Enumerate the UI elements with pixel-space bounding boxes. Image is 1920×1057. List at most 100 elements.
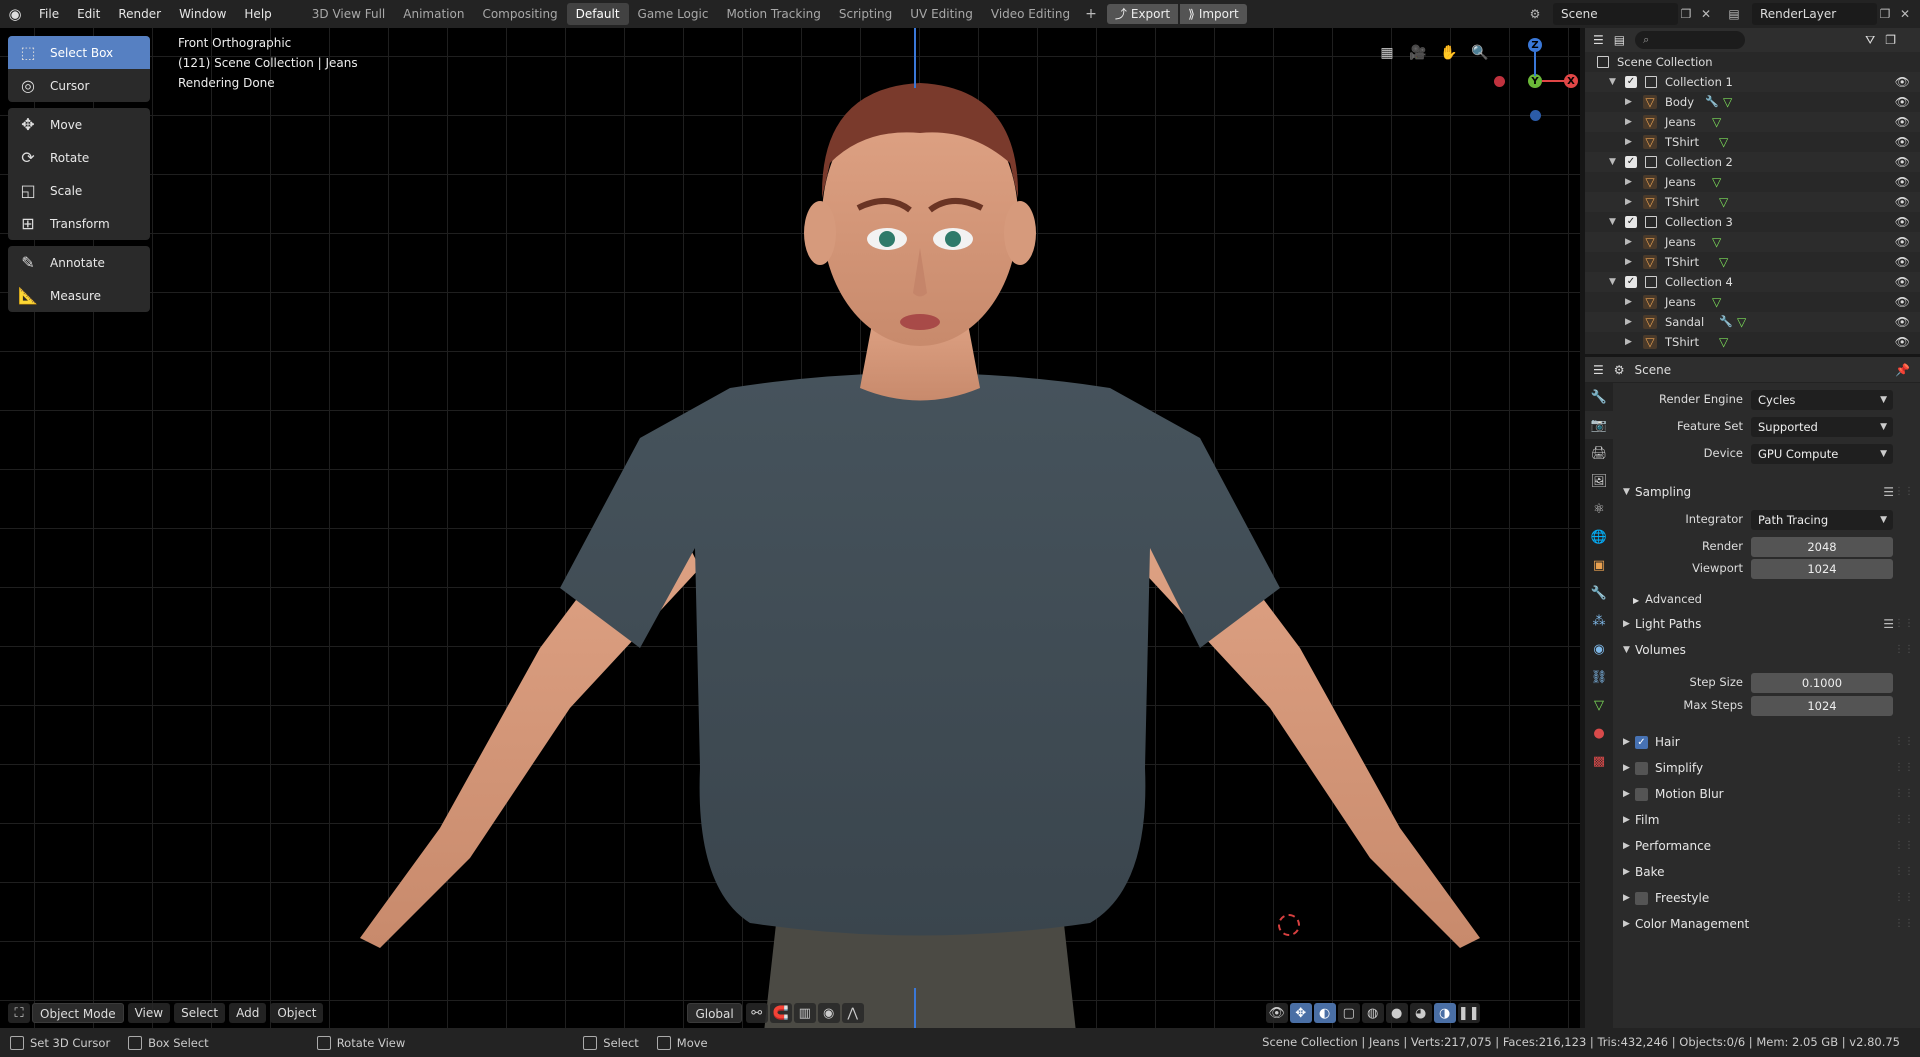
- outliner-editor-icon[interactable]: ☰: [1593, 33, 1604, 47]
- eye-icon[interactable]: 👁: [1895, 132, 1910, 152]
- collection-checkbox[interactable]: ✓: [1625, 76, 1637, 88]
- tool-settings-tab-icon[interactable]: 🔧: [1585, 383, 1613, 411]
- outliner-row-collection[interactable]: ▼ ✓ Collection 3 👁: [1585, 212, 1920, 232]
- scene-tab-icon[interactable]: ⚛: [1585, 495, 1613, 523]
- mesh-data-icon[interactable]: ▽: [1723, 92, 1732, 112]
- drag-handle-icon[interactable]: ⋮⋮: [1894, 860, 1914, 884]
- drag-handle-icon[interactable]: ⋮⋮: [1894, 480, 1914, 504]
- tab-animation[interactable]: Animation: [394, 3, 473, 25]
- drag-handle-icon[interactable]: ⋮⋮: [1894, 808, 1914, 832]
- collapse-icon[interactable]: ▼: [1609, 72, 1616, 92]
- outliner-row-object[interactable]: ▶ ▽ TShirt ▽ 👁: [1585, 132, 1920, 152]
- eye-icon[interactable]: 👁: [1895, 232, 1910, 252]
- mode-dropdown[interactable]: Object Mode: [32, 1003, 124, 1023]
- simplify-panel-header[interactable]: ▶ Simplify ⋮⋮: [1613, 756, 1920, 780]
- outliner-row-object[interactable]: ▶ ▽ TShirt ▽ 👁: [1585, 332, 1920, 352]
- feature-set-dropdown[interactable]: Supported ▼: [1751, 417, 1893, 437]
- camera-icon[interactable]: 🎥: [1407, 42, 1429, 64]
- proportional-edit-icon[interactable]: ◉: [817, 1003, 840, 1023]
- outliner-row-object[interactable]: ▶ ▽ Sandal 🔧 ▽ 👁: [1585, 312, 1920, 332]
- eye-icon[interactable]: 👁: [1895, 332, 1910, 352]
- menu-help[interactable]: Help: [235, 0, 280, 28]
- import-button[interactable]: ⟫ Import: [1180, 4, 1247, 24]
- grid-icon[interactable]: ▦: [1376, 42, 1398, 64]
- device-dropdown[interactable]: GPU Compute ▼: [1751, 444, 1893, 464]
- sampling-panel-header[interactable]: ▼ Sampling ☰ ⋮⋮: [1613, 480, 1920, 504]
- render-engine-dropdown[interactable]: Cycles ▼: [1751, 390, 1893, 410]
- outliner-row-scene-collection[interactable]: Scene Collection: [1585, 52, 1920, 72]
- overlay-toggle-icon[interactable]: ◐: [1313, 1003, 1336, 1023]
- collapse-icon[interactable]: ▼: [1609, 272, 1616, 292]
- pin-icon[interactable]: 📌: [1895, 363, 1910, 377]
- eye-icon[interactable]: 👁: [1895, 112, 1910, 132]
- object-tab-icon[interactable]: ▣: [1585, 551, 1613, 579]
- menu-file[interactable]: File: [30, 0, 68, 28]
- drag-handle-icon[interactable]: ⋮⋮: [1894, 612, 1914, 636]
- 3d-cursor[interactable]: [1278, 914, 1300, 936]
- tool-transform[interactable]: ⊞ Transform: [8, 207, 150, 240]
- outliner-row-collection[interactable]: ▼ ✓ Collection 1 👁: [1585, 72, 1920, 92]
- eye-icon[interactable]: 👁: [1895, 212, 1910, 232]
- tab-uv-editing[interactable]: UV Editing: [901, 3, 982, 25]
- outliner-row-collection[interactable]: ▼ ✓ Collection 4 👁: [1585, 272, 1920, 292]
- freestyle-checkbox[interactable]: [1635, 892, 1648, 905]
- 3d-viewport[interactable]: ⬚ Select Box ◎ Cursor ✥ Move ⟳ Rotate ◱ Scale…: [0, 28, 1580, 1028]
- snap-target-icon[interactable]: ▥: [793, 1003, 816, 1023]
- expand-icon[interactable]: ▶: [1625, 292, 1632, 312]
- snap-icon[interactable]: 🧲: [769, 1003, 792, 1023]
- collapse-icon[interactable]: ▼: [1609, 152, 1616, 172]
- modifier-wrench-icon[interactable]: 🔧: [1719, 312, 1733, 332]
- max-steps-field[interactable]: 1024: [1751, 696, 1893, 716]
- tool-rotate[interactable]: ⟳ Rotate: [8, 141, 150, 174]
- tool-annotate[interactable]: ✎ Annotate: [8, 246, 150, 279]
- scene-icon[interactable]: ⚙: [1525, 4, 1545, 24]
- new-scene-icon[interactable]: ❐: [1676, 4, 1696, 24]
- tool-move[interactable]: ✥ Move: [8, 108, 150, 141]
- menu-object[interactable]: Object: [270, 1003, 324, 1023]
- presets-icon[interactable]: ☰: [1883, 480, 1894, 504]
- tab-game-logic[interactable]: Game Logic: [629, 3, 718, 25]
- collapse-icon[interactable]: ▼: [1609, 212, 1616, 232]
- simplify-checkbox[interactable]: [1635, 762, 1648, 775]
- constraints-tab-icon[interactable]: ⛓: [1585, 663, 1613, 691]
- eye-icon[interactable]: 👁: [1895, 312, 1910, 332]
- blender-logo-icon[interactable]: ◉: [0, 0, 30, 28]
- outliner-row-object[interactable]: ▶ ▽ Body 🔧 ▽ 👁: [1585, 92, 1920, 112]
- outliner-row-collection[interactable]: ▼ ✓ Collection 2 👁: [1585, 152, 1920, 172]
- material-shading-icon[interactable]: ◕: [1409, 1003, 1432, 1023]
- y-axis[interactable]: Y: [1528, 74, 1542, 88]
- neg-z-axis[interactable]: [1530, 110, 1541, 121]
- filter-icon[interactable]: ⛛: [1865, 33, 1875, 48]
- collection-checkbox[interactable]: ✓: [1625, 276, 1637, 288]
- menu-render[interactable]: Render: [109, 0, 170, 28]
- step-size-field[interactable]: 0.1000: [1751, 673, 1893, 693]
- new-collection-icon[interactable]: ❐: [1885, 33, 1896, 47]
- outliner-search-input[interactable]: ⌕: [1635, 31, 1746, 49]
- outliner-row-object[interactable]: ▶ ▽ Jeans ▽ 👁: [1585, 232, 1920, 252]
- outliner-row-object[interactable]: ▶ ▽ Jeans ▽ 👁: [1585, 112, 1920, 132]
- editor-type-icon[interactable]: ⛶: [8, 1003, 30, 1023]
- viewport-samples-field[interactable]: 1024: [1751, 559, 1893, 579]
- mesh-data-icon[interactable]: ▽: [1719, 332, 1728, 352]
- expand-icon[interactable]: ▶: [1625, 312, 1632, 332]
- outliner-row-object[interactable]: ▶ ▽ Jeans ▽ 👁: [1585, 292, 1920, 312]
- render-layer-icon[interactable]: ▤: [1724, 4, 1744, 24]
- drag-handle-icon[interactable]: ⋮⋮: [1894, 730, 1914, 754]
- tool-cursor[interactable]: ◎ Cursor: [8, 69, 150, 102]
- integrator-dropdown[interactable]: Path Tracing ▼: [1751, 510, 1893, 530]
- eye-icon[interactable]: 👁: [1895, 292, 1910, 312]
- bake-panel-header[interactable]: ▶ Bake ⋮⋮: [1613, 860, 1920, 884]
- expand-icon[interactable]: ▶: [1625, 132, 1632, 152]
- render-tab-icon[interactable]: 📷: [1585, 411, 1613, 439]
- outliner-row-object[interactable]: ▶ ▽ Jeans ▽ 👁: [1585, 172, 1920, 192]
- hair-checkbox[interactable]: ✓: [1635, 736, 1648, 749]
- tool-measure[interactable]: 📐 Measure: [8, 279, 150, 312]
- advanced-subpanel[interactable]: ▶ Advanced: [1633, 588, 1702, 610]
- tab-compositing[interactable]: Compositing: [473, 3, 566, 25]
- neg-x-axis[interactable]: [1494, 76, 1505, 87]
- orientation-dropdown[interactable]: Global: [687, 1003, 742, 1023]
- motion-blur-panel-header[interactable]: ▶ Motion Blur ⋮⋮: [1613, 782, 1920, 806]
- color-management-panel-header[interactable]: ▶ Color Management ⋮⋮: [1613, 912, 1920, 936]
- expand-icon[interactable]: ▶: [1625, 92, 1632, 112]
- visibility-icon[interactable]: 👁: [1265, 1003, 1288, 1023]
